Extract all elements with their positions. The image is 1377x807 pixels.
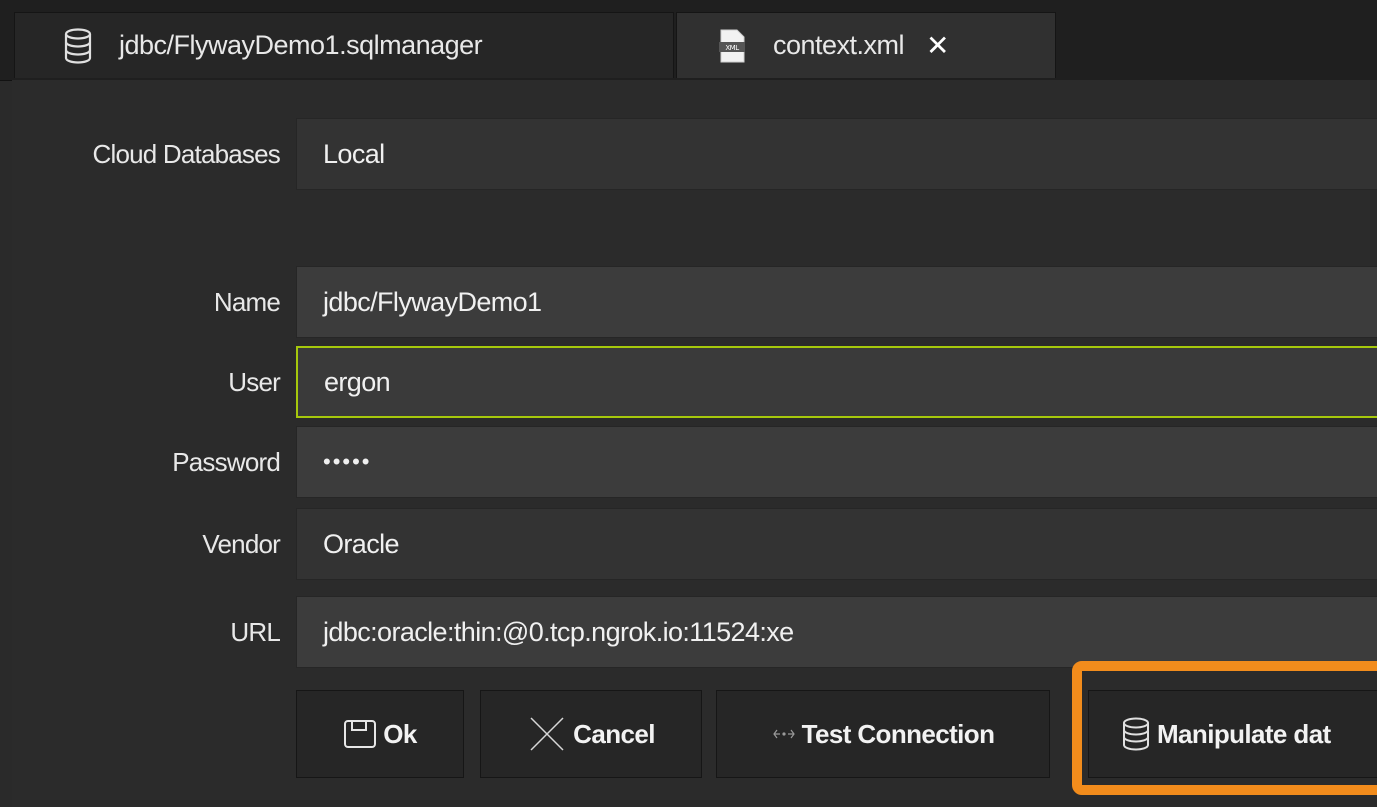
name-field[interactable]: jdbc/FlywayDemo1 <box>296 266 1377 338</box>
name-label: Name <box>213 287 281 317</box>
cloud-databases-label: Cloud Databases <box>92 139 281 169</box>
url-field[interactable]: jdbc:oracle:thin:@0.tcp.ngrok.io:11524:x… <box>296 596 1377 668</box>
ok-button[interactable]: Ok <box>296 690 464 778</box>
cancel-button[interactable]: Cancel <box>480 690 702 778</box>
connection-icon <box>772 727 796 741</box>
password-label: Password <box>172 447 281 477</box>
user-field[interactable]: ergon <box>296 346 1377 418</box>
manipulate-data-button[interactable]: Manipulate dat <box>1088 690 1377 778</box>
test-connection-label: Test Connection <box>801 718 995 749</box>
xml-file-icon: XML <box>717 28 747 64</box>
tab-sqlmanager[interactable]: jdbc/FlywayDemo1.sqlmanager <box>14 12 674 78</box>
editor-tab-bar: jdbc/FlywayDemo1.sqlmanager XML context.… <box>0 0 1377 81</box>
database-icon <box>1121 717 1151 751</box>
vendor-row: Vendor Oracle <box>12 508 1377 580</box>
save-icon <box>343 719 377 749</box>
close-tab-icon[interactable]: ✕ <box>926 29 949 62</box>
url-row: URL jdbc:oracle:thin:@0.tcp.ngrok.io:115… <box>12 596 1377 668</box>
cloud-databases-row: Cloud Databases Local <box>12 118 1377 190</box>
password-field[interactable]: ••••• <box>296 426 1377 498</box>
vendor-label: Vendor <box>202 529 280 559</box>
svg-text:XML: XML <box>725 44 739 52</box>
tab-context-xml[interactable]: XML context.xml ✕ <box>676 12 1056 78</box>
tab-context-xml-label: context.xml <box>773 30 905 60</box>
tab-sqlmanager-label: jdbc/FlywayDemo1.sqlmanager <box>119 30 483 60</box>
vendor-select[interactable]: Oracle <box>296 508 1377 580</box>
sql-manager-window: jdbc/FlywayDemo1.sqlmanager XML context.… <box>0 0 1377 807</box>
url-label: URL <box>230 617 280 647</box>
user-label: User <box>228 367 281 397</box>
cancel-x-icon <box>527 716 567 752</box>
name-row: Name jdbc/FlywayDemo1 <box>12 266 1377 338</box>
cancel-button-label: Cancel <box>573 718 655 749</box>
test-connection-button[interactable]: Test Connection <box>716 690 1050 778</box>
ok-button-label: Ok <box>383 718 417 749</box>
cloud-databases-select[interactable]: Local <box>296 118 1377 190</box>
database-icon <box>63 27 93 64</box>
user-row: User ergon <box>12 346 1377 418</box>
manipulate-data-label: Manipulate dat <box>1157 718 1331 749</box>
password-row: Password ••••• <box>12 426 1377 498</box>
